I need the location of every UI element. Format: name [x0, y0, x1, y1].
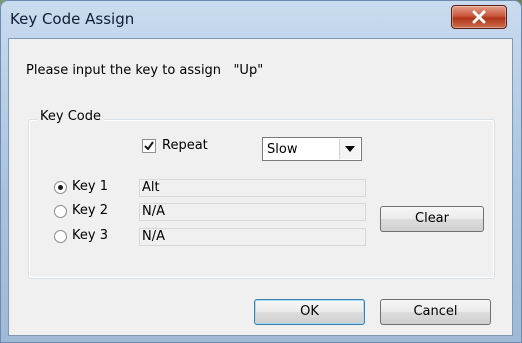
cancel-button[interactable]: Cancel [380, 299, 491, 325]
key-code-group-legend: Key Code [37, 109, 104, 124]
checkmark-icon [144, 141, 154, 151]
chevron-down-icon [345, 146, 355, 152]
key1-radio[interactable] [54, 181, 67, 194]
close-icon [472, 10, 486, 24]
prompt-key-name: "Up" [233, 63, 264, 78]
repeat-speed-dropdown-button[interactable] [339, 139, 360, 159]
ok-button[interactable]: OK [254, 299, 365, 325]
key1-label[interactable]: Key 1 [72, 179, 108, 194]
key3-radio[interactable] [54, 230, 67, 243]
dialog-client-area: Please input the key to assign "Up" Key … [8, 38, 513, 336]
key2-field[interactable]: N/A [139, 203, 366, 221]
key2-label[interactable]: Key 2 [72, 203, 108, 218]
title-bar[interactable]: Key Code Assign [0, 0, 522, 38]
clear-button[interactable]: Clear [380, 206, 484, 232]
assign-prompt: Please input the key to assign "Up" [26, 63, 263, 78]
key3-label[interactable]: Key 3 [72, 228, 108, 243]
close-button[interactable] [451, 5, 507, 29]
repeat-checkbox[interactable] [142, 139, 156, 153]
repeat-speed-select[interactable]: Slow [262, 137, 362, 161]
repeat-label[interactable]: Repeat [162, 138, 208, 153]
key2-radio[interactable] [54, 205, 67, 218]
dialog-window: Key Code Assign Please input the key to … [0, 0, 522, 343]
key1-radio-dot [58, 185, 63, 190]
key3-field[interactable]: N/A [139, 228, 366, 246]
window-title: Key Code Assign [10, 10, 135, 28]
key1-field[interactable]: Alt [139, 179, 366, 197]
repeat-speed-value: Slow [267, 142, 298, 157]
prompt-label: Please input the key to assign [26, 63, 222, 78]
